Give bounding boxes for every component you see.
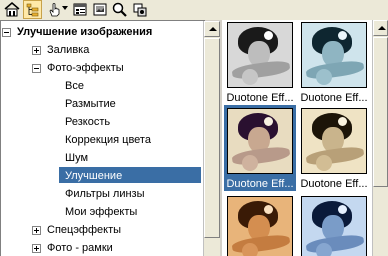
search-icon[interactable]: [110, 0, 129, 19]
thumbnail-item[interactable]: [298, 196, 370, 256]
tree-item-noise[interactable]: Шум: [63, 149, 90, 167]
thumbnail-caption: Duotone Eff...: [300, 178, 368, 190]
up-arrow-icon: [209, 27, 217, 31]
tree-root[interactable]: Улучшение изображения: [2, 23, 154, 41]
thumbnail-image: [227, 196, 293, 256]
tree-item-label: Шум: [65, 152, 89, 164]
tree-root-label: Улучшение изображения: [17, 26, 153, 38]
tree-item-color-correction[interactable]: Коррекция цвета: [63, 131, 153, 149]
thumbnail-item[interactable]: [224, 196, 296, 256]
tree-item-label: Фото-эффекты: [47, 62, 124, 74]
thumbnail-item[interactable]: Duotone Eff...: [298, 108, 370, 191]
tree-item-label: Заливка: [47, 44, 90, 56]
tree-item-photo-effects[interactable]: Фото-эффекты: [32, 59, 126, 77]
scrollbar-thumb[interactable]: [204, 38, 220, 238]
collapse-icon[interactable]: [32, 63, 41, 73]
tree-item-sharpness[interactable]: Резкость: [63, 113, 112, 131]
tree-item-label: Спецэффекты: [47, 224, 122, 236]
tree-item-photo-frames[interactable]: Фото - рамки: [32, 239, 115, 256]
toolbar: [0, 0, 388, 20]
tree-item-lens-filters[interactable]: Фильтры линзы: [63, 185, 147, 203]
tree-item-label: Коррекция цвета: [65, 134, 151, 146]
expand-icon[interactable]: [32, 243, 41, 253]
thumbnails-scrollbar[interactable]: [372, 20, 388, 256]
scrollbar-thumb[interactable]: [373, 37, 388, 187]
tree-item-blur[interactable]: Размытие: [63, 95, 118, 113]
copy-icon[interactable]: [130, 0, 149, 19]
thumbnail-caption: Duotone Eff...: [224, 177, 296, 191]
scroll-up-button[interactable]: [373, 20, 388, 36]
tree-item-label: Фильтры линзы: [65, 188, 145, 200]
tree-item-label: Размытие: [65, 98, 116, 110]
thumbnail-caption: Duotone Eff...: [226, 92, 294, 104]
dropdown-arrow-icon[interactable]: [62, 6, 68, 10]
collapse-icon[interactable]: [2, 27, 11, 37]
tree-item-label: Мои эффекты: [65, 206, 138, 218]
tree-item-fill[interactable]: Заливка: [32, 41, 91, 59]
thumbnail-item[interactable]: Duotone Eff...: [224, 22, 296, 105]
thumbnail-image: [227, 108, 293, 174]
expand-icon[interactable]: [32, 45, 41, 55]
thumbnail-image: [301, 196, 367, 256]
effect-thumbnails: Duotone Eff... Duotone Eff... Duotone Ef…: [222, 20, 372, 256]
tree-item-label: Фото - рамки: [47, 242, 113, 254]
tree-item-all[interactable]: Все: [63, 77, 86, 95]
category-tree: Улучшение изображения Заливка Фото-эффек…: [0, 20, 205, 256]
thumbnail-caption: Duotone Eff...: [300, 92, 368, 104]
tree-item-label: Улучшение: [65, 170, 123, 182]
thumbnail-image: [301, 108, 367, 174]
thumbnail-image: [301, 22, 367, 88]
tree-item-special-effects[interactable]: Спецэффекты: [32, 221, 123, 239]
tree-item-label: Все: [65, 80, 84, 92]
properties-icon[interactable]: [70, 0, 89, 19]
up-arrow-icon: [378, 26, 386, 30]
scroll-up-button[interactable]: [204, 21, 220, 37]
folder-tree-icon[interactable]: [23, 0, 42, 19]
thumbnail-image: [227, 22, 293, 88]
tree-item-my-effects[interactable]: Мои эффекты: [63, 203, 139, 221]
tree-scrollbar[interactable]: [203, 21, 220, 256]
home-icon[interactable]: [2, 0, 21, 19]
image-view-icon[interactable]: [90, 0, 109, 19]
expand-icon[interactable]: [32, 225, 41, 235]
thumbnail-item[interactable]: Duotone Eff...: [298, 22, 370, 105]
thumbnail-item[interactable]: Duotone Eff...: [224, 105, 296, 191]
tree-item-enhancement[interactable]: Улучшение: [63, 167, 124, 185]
tree-item-label: Резкость: [65, 116, 111, 128]
hand-pointer-icon[interactable]: [44, 0, 63, 19]
